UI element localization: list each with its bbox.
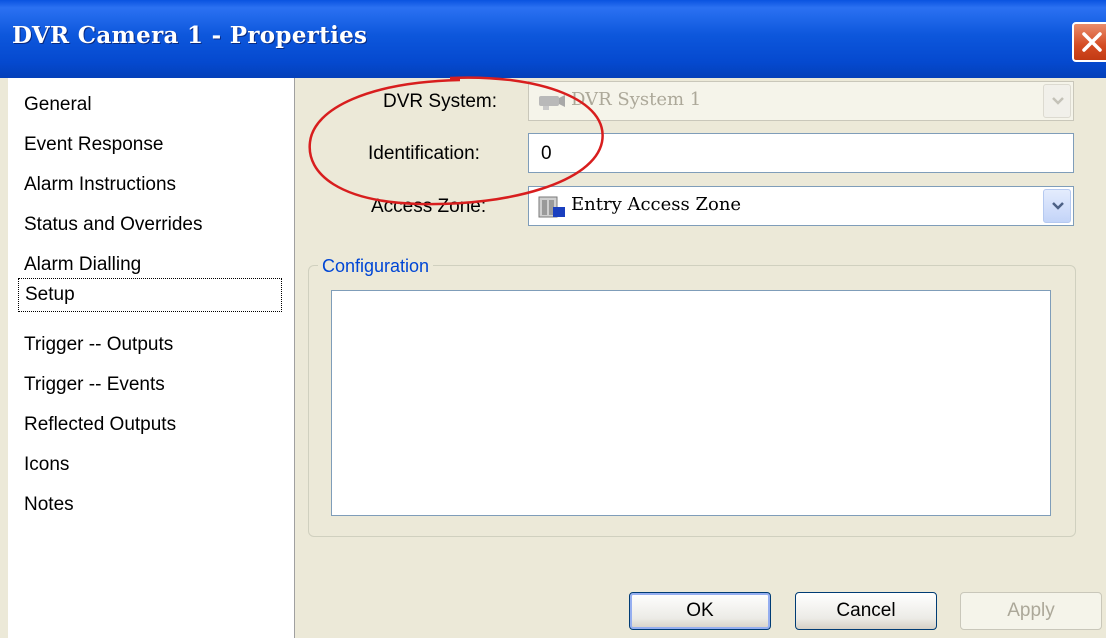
apply-button[interactable]: Apply	[960, 592, 1102, 630]
nav-item-trigger-outputs[interactable]: Trigger -- Outputs	[20, 328, 181, 362]
ok-button[interactable]: OK	[629, 592, 771, 630]
nav-item-event-response[interactable]: Event Response	[20, 128, 171, 162]
nav-item-icons[interactable]: Icons	[20, 448, 77, 482]
access-zone-dropdown-button[interactable]	[1043, 189, 1071, 223]
annotation-ellipse	[308, 76, 604, 206]
nav-item-notes[interactable]: Notes	[20, 488, 82, 522]
configuration-panel[interactable]	[331, 290, 1051, 516]
category-list[interactable]: General Event Response Alarm Instruction…	[8, 78, 295, 638]
nav-item-alarm-dialling[interactable]: Alarm Dialling	[20, 248, 149, 282]
title-bar[interactable]: DVR Camera 1 - Properties	[0, 0, 1106, 78]
properties-dialog: DVR Camera 1 - Properties General Event …	[0, 0, 1106, 638]
chevron-down-icon	[1052, 202, 1064, 210]
close-icon	[1082, 32, 1102, 52]
nav-item-alarm-instructions[interactable]: Alarm Instructions	[20, 168, 184, 202]
nav-item-reflected-outputs[interactable]: Reflected Outputs	[20, 408, 184, 442]
nav-item-general[interactable]: General	[20, 88, 100, 122]
chevron-down-icon	[1052, 97, 1064, 105]
cancel-button[interactable]: Cancel	[795, 592, 937, 630]
nav-item-setup[interactable]: Setup	[18, 278, 282, 312]
dvr-system-dropdown-button[interactable]	[1043, 84, 1071, 118]
nav-item-trigger-events[interactable]: Trigger -- Events	[20, 368, 173, 402]
nav-item-status-and-overrides[interactable]: Status and Overrides	[20, 208, 210, 242]
configuration-title: Configuration	[318, 256, 434, 277]
close-button[interactable]	[1072, 22, 1106, 62]
window-title: DVR Camera 1 - Properties	[12, 22, 368, 49]
